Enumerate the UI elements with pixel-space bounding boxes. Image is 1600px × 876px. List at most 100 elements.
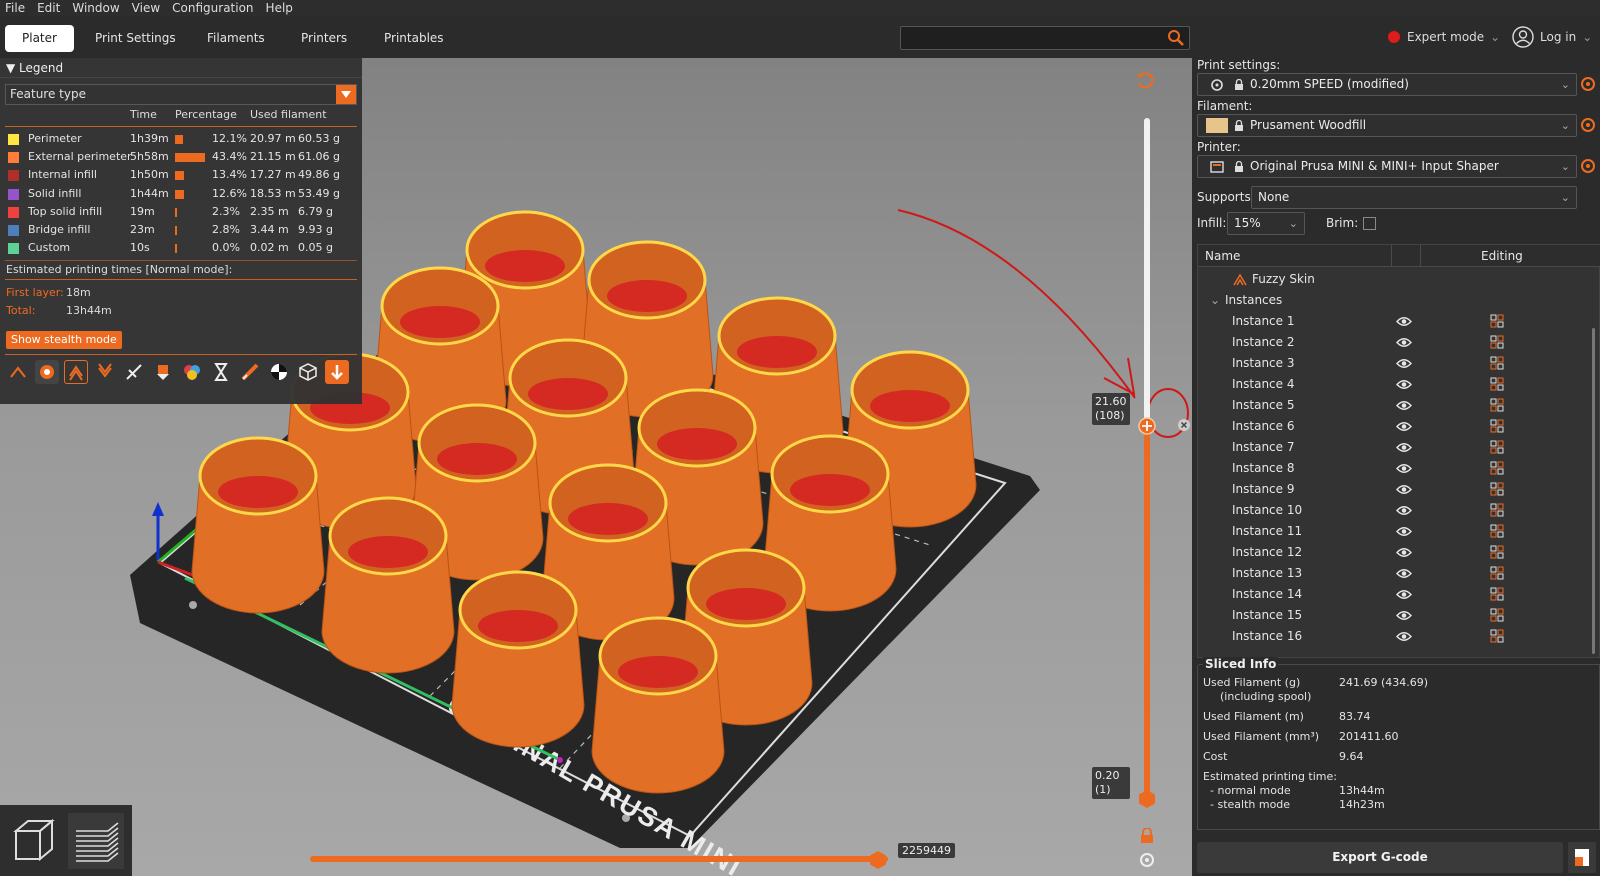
visibility-eye-icon[interactable] (1396, 505, 1412, 516)
edit-instance-icon[interactable] (1490, 524, 1504, 538)
instance-row[interactable]: Instance 13 (1198, 563, 1593, 584)
menu-file[interactable]: File (0, 0, 32, 16)
legend-row[interactable]: Bridge infill 23m 2.8% 3.44 m 9.93 g (0, 221, 362, 239)
edit-printer-gear-icon[interactable] (1579, 157, 1597, 175)
object-list-scrollbar[interactable] (1592, 328, 1595, 654)
legend-row[interactable]: External perimeter 5h58m 43.4% 21.15 m 61.06… (0, 148, 362, 166)
layer-slider-upper-thumb[interactable] (1137, 416, 1157, 436)
instance-row[interactable]: Instance 11 (1198, 521, 1593, 542)
supports-combo[interactable]: None ⌄ (1251, 186, 1577, 209)
edit-filament-gear-icon[interactable] (1579, 116, 1597, 134)
mode-selector[interactable]: Expert mode ⌄ (1388, 30, 1500, 44)
print-settings-combo[interactable]: 0.20mm SPEED (modified) ⌄ (1197, 73, 1577, 96)
col-editing[interactable]: Editing (1481, 249, 1523, 263)
move-slider-thumb[interactable] (868, 850, 888, 870)
wipe-icon[interactable] (35, 360, 59, 384)
legend-row[interactable]: Custom 10s 0.0% 0.02 m 0.05 g (0, 239, 362, 257)
center-of-gravity-icon[interactable] (267, 360, 291, 384)
visibility-eye-icon[interactable] (1396, 379, 1412, 390)
visibility-eye-icon[interactable] (1396, 484, 1412, 495)
instance-row[interactable]: Instance 12 (1198, 542, 1593, 563)
visibility-eye-icon[interactable] (1396, 589, 1412, 600)
color-changes-icon[interactable] (180, 360, 204, 384)
infill-combo[interactable]: 15% ⌄ (1227, 212, 1305, 235)
edit-instance-icon[interactable] (1490, 440, 1504, 454)
visibility-eye-icon[interactable] (1396, 400, 1412, 411)
visibility-eye-icon[interactable] (1396, 463, 1412, 474)
instance-row[interactable]: Instance 6 (1198, 416, 1593, 437)
search-input[interactable] (900, 26, 1190, 50)
instance-row[interactable]: Instance 7 (1198, 437, 1593, 458)
show-stealth-mode-button[interactable]: Show stealth mode (6, 331, 122, 349)
edit-preset-gear-icon[interactable] (1579, 75, 1597, 93)
edit-instance-icon[interactable] (1490, 587, 1504, 601)
legend-row[interactable]: Solid infill 1h44m 12.6% 18.53 m 53.49 g (0, 185, 362, 203)
instance-row[interactable]: Instance 8 (1198, 458, 1593, 479)
visibility-eye-icon[interactable] (1396, 358, 1412, 369)
instance-row[interactable]: Instance 10 (1198, 500, 1593, 521)
menu-edit[interactable]: Edit (32, 0, 67, 16)
instance-row[interactable]: Instance 9 (1198, 479, 1593, 500)
instance-row[interactable]: Instance 2 (1198, 332, 1593, 353)
instances-row[interactable]: ⌄ Instances (1198, 290, 1593, 311)
instance-row[interactable]: Instance 5 (1198, 395, 1593, 416)
custom-gcodes-icon[interactable] (238, 360, 262, 384)
instance-row[interactable]: Instance 14 (1198, 584, 1593, 605)
legend-header[interactable]: ▼ Legend (0, 58, 362, 78)
expand-chevron-icon[interactable]: ⌄ (1210, 293, 1220, 307)
object-list[interactable]: Name Editing Fuzzy Skin ⌄ Instances Inst… (1197, 244, 1600, 658)
filament-combo[interactable]: Prusament Woodfill ⌄ (1197, 114, 1577, 137)
edit-instance-icon[interactable] (1490, 503, 1504, 517)
tab-print-settings[interactable]: Print Settings (78, 25, 193, 52)
printer-combo[interactable]: Original Prusa MINI & MINI+ Input Shaper… (1197, 155, 1577, 178)
close-icon[interactable] (1177, 418, 1191, 432)
visibility-eye-icon[interactable] (1396, 337, 1412, 348)
3d-view-cube-icon[interactable] (6, 813, 62, 869)
menu-configuration[interactable]: Configuration (167, 0, 260, 16)
export-gcode-button[interactable]: Export G-code (1197, 842, 1563, 873)
search-icon[interactable] (1167, 29, 1185, 47)
edit-instance-icon[interactable] (1490, 377, 1504, 391)
instance-row[interactable]: Instance 4 (1198, 374, 1593, 395)
visibility-eye-icon[interactable] (1396, 442, 1412, 453)
brim-checkbox[interactable] (1363, 217, 1376, 230)
settings-gear-icon[interactable] (1138, 851, 1156, 869)
legend-row[interactable]: Internal infill 1h50m 13.4% 17.27 m 49.86 g (0, 166, 362, 184)
legend-row[interactable]: Perimeter 1h39m 12.1% 20.97 m 60.53 g (0, 130, 362, 148)
instance-row[interactable]: Instance 15 (1198, 605, 1593, 626)
lock-icon[interactable] (1139, 828, 1155, 844)
edit-instance-icon[interactable] (1490, 419, 1504, 433)
tab-printers[interactable]: Printers (284, 25, 364, 52)
instance-row[interactable]: Instance 16 (1198, 626, 1593, 647)
undo-arrow-icon[interactable] (1135, 71, 1155, 91)
edit-instance-icon[interactable] (1490, 461, 1504, 475)
edit-instance-icon[interactable] (1490, 398, 1504, 412)
visibility-eye-icon[interactable] (1396, 526, 1412, 537)
tool-changes-icon[interactable] (151, 360, 175, 384)
menu-window[interactable]: Window (67, 0, 126, 16)
travel-icon[interactable] (6, 360, 30, 384)
visibility-eye-icon[interactable] (1396, 568, 1412, 579)
retractions-icon[interactable] (64, 360, 88, 384)
edit-instance-icon[interactable] (1490, 566, 1504, 580)
edit-instance-icon[interactable] (1490, 335, 1504, 349)
instance-row[interactable]: Instance 1 (1198, 311, 1593, 332)
edit-instance-icon[interactable] (1490, 629, 1504, 643)
layer-slider-lower-thumb[interactable] (1137, 789, 1157, 809)
view-type-select[interactable]: Feature type (5, 84, 357, 105)
visibility-eye-icon[interactable] (1396, 421, 1412, 432)
login-button[interactable]: Log in ⌄ (1512, 26, 1592, 48)
visibility-eye-icon[interactable] (1396, 610, 1412, 621)
visibility-eye-icon[interactable] (1396, 316, 1412, 327)
edit-instance-icon[interactable] (1490, 314, 1504, 328)
collapse-triangle-icon[interactable]: ▼ (6, 61, 19, 75)
dropdown-arrow-icon[interactable] (336, 85, 356, 104)
seams-icon[interactable] (122, 360, 146, 384)
move-slider-track[interactable] (310, 856, 888, 862)
tool-marker-icon[interactable] (325, 360, 349, 384)
tab-filaments[interactable]: Filaments (190, 25, 282, 52)
modifier-row[interactable]: Fuzzy Skin (1198, 269, 1593, 290)
edit-instance-icon[interactable] (1490, 482, 1504, 496)
deretractions-icon[interactable] (93, 360, 117, 384)
legend-row[interactable]: Top solid infill 19m 2.3% 2.35 m 6.79 g (0, 203, 362, 221)
